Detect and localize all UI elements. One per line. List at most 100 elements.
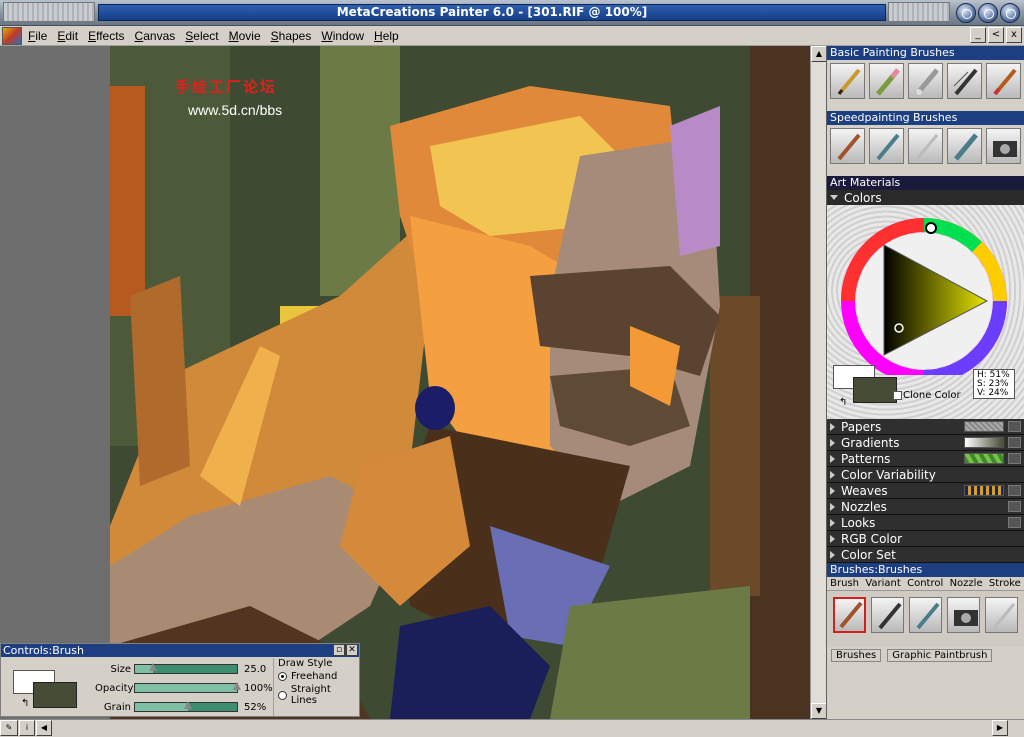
patterns-section[interactable]: Patterns bbox=[827, 451, 1024, 467]
collapsed-triangle-icon bbox=[830, 518, 835, 527]
blender-brush-icon[interactable] bbox=[908, 128, 943, 164]
speed-brushes-row bbox=[827, 125, 1024, 169]
tray-camera-icon[interactable] bbox=[947, 597, 981, 633]
palette-grip-2[interactable] bbox=[827, 169, 1024, 176]
horizontal-scrollbar[interactable]: ✎ i ◀ ▶ bbox=[0, 719, 1024, 737]
nozzles-dropdown[interactable] bbox=[1008, 501, 1021, 512]
tab-brush[interactable]: Brush bbox=[830, 577, 859, 590]
vertical-scrollbar[interactable]: ▲ ▼ bbox=[810, 46, 827, 719]
camera-icon[interactable] bbox=[986, 128, 1021, 164]
airbrush-icon[interactable] bbox=[908, 63, 943, 99]
brush-status-icon[interactable]: ✎ bbox=[0, 720, 18, 736]
color-wheel[interactable] bbox=[827, 205, 1024, 375]
size-slider[interactable] bbox=[134, 663, 238, 674]
menu-edit[interactable]: Edit bbox=[53, 29, 82, 43]
close-button[interactable] bbox=[1000, 3, 1020, 23]
watermark-url: www.5d.cn/bbs bbox=[188, 102, 283, 118]
doc-restore-button[interactable]: < bbox=[988, 27, 1004, 43]
menu-shapes[interactable]: Shapes bbox=[267, 29, 316, 43]
tray-knife-icon[interactable] bbox=[909, 597, 943, 633]
brushes-title-bar[interactable]: Brushes:Brushes bbox=[827, 563, 1024, 577]
straight-lines-radio[interactable]: Straight Lines bbox=[278, 684, 359, 706]
straight-lines-radio-dot[interactable] bbox=[278, 690, 287, 700]
marker-brush-icon[interactable] bbox=[947, 128, 982, 164]
watermark-chinese: 手绘工厂论坛 bbox=[175, 78, 278, 96]
paintbrush-icon[interactable] bbox=[986, 63, 1021, 99]
straight-lines-label: Straight Lines bbox=[290, 684, 331, 706]
grain-slider[interactable] bbox=[134, 701, 238, 712]
freehand-radio-dot[interactable] bbox=[278, 672, 287, 681]
weaves-section[interactable]: Weaves bbox=[827, 483, 1024, 499]
menu-help[interactable]: Help bbox=[370, 29, 403, 43]
painting-canvas[interactable]: 手绘工厂论坛 www.5d.cn/bbs bbox=[110, 46, 810, 719]
eraser-brush-icon[interactable] bbox=[869, 63, 904, 99]
doc-close-button[interactable]: x bbox=[1006, 27, 1022, 43]
menu-window[interactable]: Window bbox=[317, 29, 368, 43]
main-swap-colors-icon[interactable]: ↰ bbox=[839, 397, 847, 408]
opacity-label: Opacity bbox=[95, 682, 134, 694]
controls-title-bar[interactable]: Controls:Brush ▫ ✕ bbox=[1, 644, 359, 657]
workspace: 手绘工厂论坛 www.5d.cn/bbs bbox=[0, 46, 826, 719]
pencil-brush-icon[interactable] bbox=[830, 63, 865, 99]
tab-control[interactable]: Control bbox=[907, 577, 943, 590]
scroll-right-button[interactable]: ▶ bbox=[992, 720, 1008, 736]
menu-file[interactable]: File bbox=[24, 29, 51, 43]
info-icon[interactable]: i bbox=[19, 720, 35, 736]
looks-section[interactable]: Looks bbox=[827, 515, 1024, 531]
scroll-down-button[interactable]: ▼ bbox=[811, 703, 827, 719]
palette-grip[interactable] bbox=[827, 104, 1024, 111]
weaves-dropdown[interactable] bbox=[1008, 485, 1021, 496]
papers-dropdown[interactable] bbox=[1008, 421, 1021, 432]
art-materials-title-bar[interactable]: Art Materials bbox=[827, 176, 1024, 190]
color-set-section[interactable]: Color Set bbox=[827, 547, 1024, 563]
menu-movie[interactable]: Movie bbox=[225, 29, 265, 43]
main-secondary-swatch[interactable] bbox=[853, 377, 897, 403]
looks-dropdown[interactable] bbox=[1008, 517, 1021, 528]
maximize-button[interactable] bbox=[978, 3, 998, 23]
weave-thumb bbox=[964, 485, 1004, 496]
tab-nozzle[interactable]: Nozzle bbox=[950, 577, 983, 590]
tray-blender-icon[interactable] bbox=[985, 597, 1019, 633]
gradients-dropdown[interactable] bbox=[1008, 437, 1021, 448]
scroll-up-button[interactable]: ▲ bbox=[811, 46, 827, 62]
palette-close-button[interactable]: ✕ bbox=[346, 644, 358, 656]
menu-effects[interactable]: Effects bbox=[84, 29, 128, 43]
color-variability-label: Color Variability bbox=[841, 467, 936, 482]
nozzles-section[interactable]: Nozzles bbox=[827, 499, 1024, 515]
basic-brushes-title-bar[interactable]: Basic Painting Brushes bbox=[827, 46, 1024, 60]
clone-color-checkbox[interactable] bbox=[893, 391, 902, 400]
tray-pen-icon[interactable] bbox=[871, 597, 905, 633]
menu-select[interactable]: Select bbox=[181, 29, 222, 43]
selected-paintbrush-icon[interactable] bbox=[833, 597, 867, 633]
tab-variant[interactable]: Variant bbox=[865, 577, 900, 590]
colors-section-header[interactable]: Colors bbox=[827, 190, 1024, 205]
papers-label: Papers bbox=[841, 419, 882, 434]
gradients-section[interactable]: Gradients bbox=[827, 435, 1024, 451]
oil-brush-icon[interactable] bbox=[830, 128, 865, 164]
menu-canvas[interactable]: Canvas bbox=[131, 29, 180, 43]
pen-brush-icon[interactable] bbox=[947, 63, 982, 99]
scroll-left-button[interactable]: ◀ bbox=[36, 720, 52, 736]
opacity-slider[interactable] bbox=[134, 682, 241, 693]
doc-minimize-button[interactable]: _ bbox=[970, 27, 986, 43]
patterns-dropdown[interactable] bbox=[1008, 453, 1021, 464]
palette-restore-button[interactable]: ▫ bbox=[333, 644, 345, 656]
color-variability-section[interactable]: Color Variability bbox=[827, 467, 1024, 483]
swap-colors-icon[interactable]: ↰ bbox=[21, 698, 29, 709]
painter-app-icon[interactable] bbox=[2, 26, 22, 45]
palette-knife-icon[interactable] bbox=[869, 128, 904, 164]
secondary-color-swatch[interactable] bbox=[33, 682, 77, 708]
freehand-radio[interactable]: Freehand bbox=[278, 671, 359, 682]
current-brush-name[interactable]: Brushes bbox=[831, 649, 882, 662]
tab-stroke[interactable]: Stroke bbox=[989, 577, 1021, 590]
papers-section[interactable]: Papers bbox=[827, 419, 1024, 435]
current-variant-name[interactable]: Graphic Paintbrush bbox=[887, 649, 993, 662]
weaves-label: Weaves bbox=[841, 483, 888, 498]
rgb-color-section[interactable]: RGB Color bbox=[827, 531, 1024, 547]
expanded-triangle-icon bbox=[830, 195, 838, 200]
grain-value: 52% bbox=[244, 701, 267, 713]
speed-brushes-title-bar[interactable]: Speedpainting Brushes bbox=[827, 111, 1024, 125]
gradients-label: Gradients bbox=[841, 435, 900, 450]
hsv-readout: H: 51% S: 23% V: 24% bbox=[973, 369, 1015, 399]
minimize-button[interactable] bbox=[956, 3, 976, 23]
